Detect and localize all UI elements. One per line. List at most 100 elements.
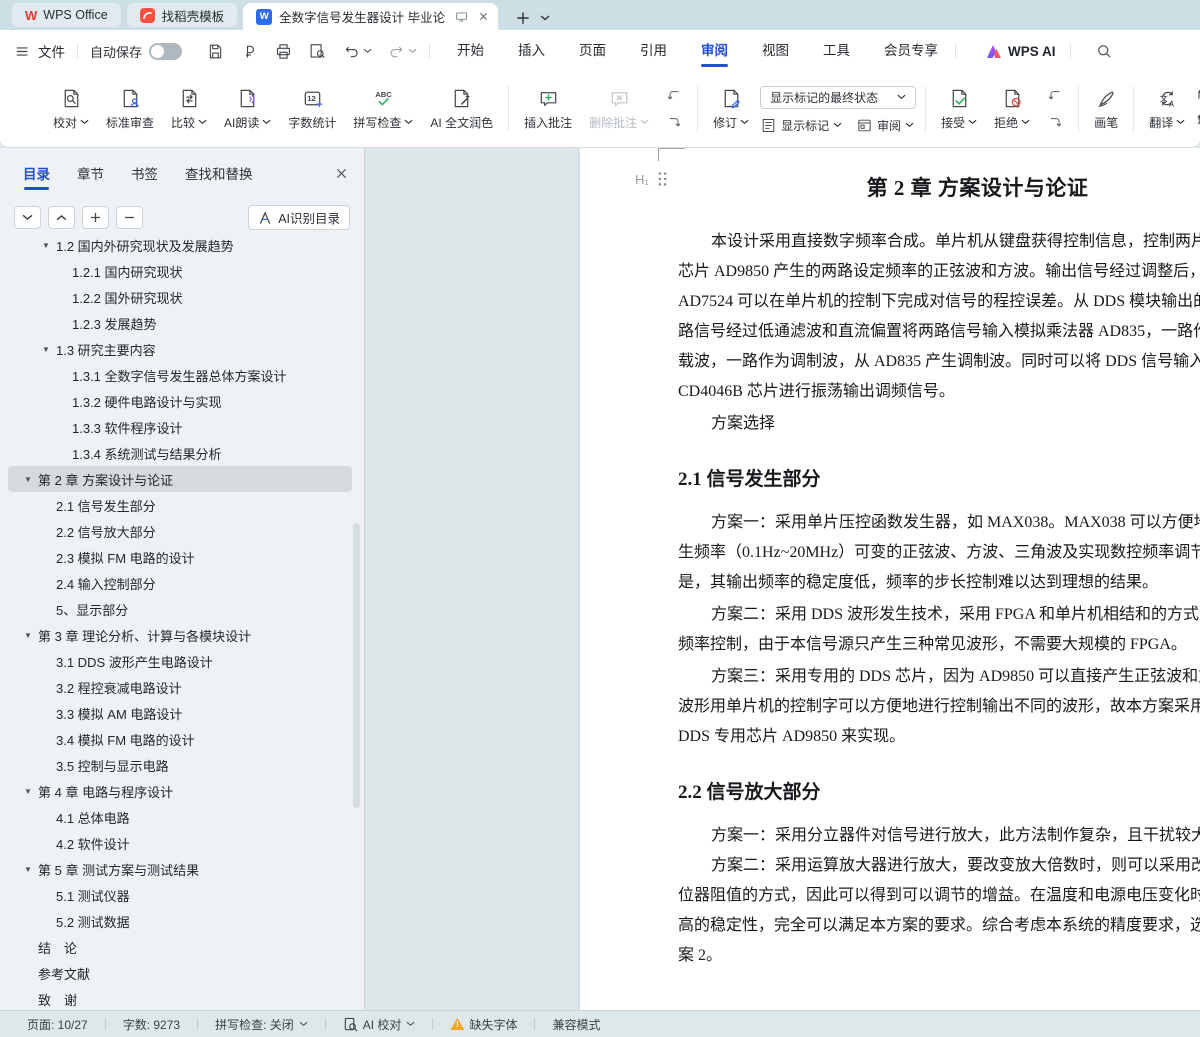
print-button[interactable]: [274, 42, 293, 61]
ribbon-button-comment-prev[interactable]: [665, 87, 683, 104]
ribbon-button-change-prev[interactable]: [1046, 87, 1064, 104]
toc-item[interactable]: 3.2 程控衰减电路设计: [8, 674, 352, 700]
drag-handle-icon[interactable]: [657, 171, 668, 187]
toc-item[interactable]: 1.2.2 国外研究现状: [8, 284, 352, 310]
ribbon-button-show-markup[interactable]: 显示标记: [760, 117, 842, 134]
document-page[interactable]: H₁ 第 2 章 方案设计与论证 本设计采用直接数字频率合成。单片机从键盘获得控…: [580, 148, 1200, 1010]
toc-item[interactable]: ▼第 5 章 测试方案与测试结果: [8, 856, 352, 882]
compatibility-mode-badge[interactable]: 兼容模式: [535, 1016, 617, 1033]
ribbon-button-ai-polish[interactable]: AI 全文润色: [424, 84, 499, 134]
toc-item[interactable]: 3.5 控制与显示电路: [8, 752, 352, 778]
search-icon[interactable]: [1085, 42, 1123, 60]
ribbon-button-reject[interactable]: 拒绝: [988, 84, 1036, 134]
close-tab-icon[interactable]: [478, 11, 489, 22]
sidebar-tab-chapters[interactable]: 章节: [77, 163, 104, 190]
ribbon-button-track-changes[interactable]: 修订: [707, 84, 755, 134]
enter-fullscreen-icon[interactable]: [454, 10, 469, 24]
sidebar-tab-find-replace[interactable]: 查找和替换: [185, 163, 253, 190]
new-tab-button[interactable]: [516, 11, 530, 25]
toc-item[interactable]: 5、显示部分: [8, 596, 352, 622]
toc-item[interactable]: 1.3.2 硬件电路设计与实现: [8, 388, 352, 414]
tab-document[interactable]: W 全数字信号发生器设计 毕业论: [243, 3, 498, 30]
ai-recognize-toc-button[interactable]: AI识别目录: [248, 205, 350, 230]
sidebar-tab-contents[interactable]: 目录: [23, 163, 50, 190]
wps-ai-button[interactable]: WPS AI: [972, 44, 1070, 59]
menu-insert[interactable]: 插入: [501, 30, 562, 72]
toc-item[interactable]: 2.1 信号发生部分: [8, 492, 352, 518]
export-pdf-button[interactable]: [240, 42, 259, 61]
ribbon-button-translate[interactable]: 文A翻译: [1143, 84, 1191, 134]
toc-item[interactable]: 结 论: [8, 934, 352, 960]
ribbon-button-compare[interactable]: 比较: [165, 84, 213, 134]
collapse-heading-button[interactable]: [48, 206, 75, 229]
print-preview-button[interactable]: [308, 42, 327, 61]
menu-member[interactable]: 会员专享: [867, 30, 955, 72]
ribbon-button-word-count[interactable]: 12字数统计: [282, 84, 342, 134]
toc-item[interactable]: 5.1 测试仪器: [8, 882, 352, 908]
menu-tools[interactable]: 工具: [806, 30, 867, 72]
ribbon-button-proofread[interactable]: 校对: [47, 84, 95, 134]
markup-state-dropdown[interactable]: 显示标记的最终状态: [760, 86, 916, 109]
toc-item[interactable]: 1.3.1 全数字信号发生器总体方案设计: [8, 362, 352, 388]
ribbon-button-pen[interactable]: 画笔: [1088, 84, 1124, 134]
missing-font-warning[interactable]: !缺失字体: [433, 1016, 534, 1033]
toc-item[interactable]: 5.2 测试数据: [8, 908, 352, 934]
page-indicator[interactable]: 页面: 10/27: [10, 1016, 105, 1033]
expand-heading-button[interactable]: [14, 206, 41, 229]
menu-reference[interactable]: 引用: [623, 30, 684, 72]
toc-item[interactable]: ▼第 3 章 理论分析、计算与各模块设计: [8, 622, 352, 648]
ribbon-button-change-next[interactable]: [1046, 114, 1064, 131]
ribbon-button-comment-next[interactable]: [665, 114, 683, 131]
toc-item[interactable]: 2.3 模拟 FM 电路的设计: [8, 544, 352, 570]
tab-docer-templates[interactable]: 找稻壳模板: [127, 3, 238, 27]
redo-button[interactable]: [387, 42, 417, 61]
toc-item[interactable]: 3.3 模拟 AM 电路设计: [8, 700, 352, 726]
collapse-arrow-icon[interactable]: ▼: [42, 345, 56, 354]
toc-item[interactable]: ▼第 4 章 电路与程序设计: [8, 778, 352, 804]
ribbon-button-insert-comment[interactable]: 插入批注: [518, 84, 578, 134]
menu-view[interactable]: 视图: [745, 30, 806, 72]
ribbon-button-ai-read[interactable]: AI朗读: [218, 84, 277, 134]
spellcheck-status[interactable]: 拼写检查: 关闭: [198, 1016, 325, 1033]
file-menu[interactable]: 文件: [14, 41, 77, 61]
toc-item[interactable]: 1.3.3 软件程序设计: [8, 414, 352, 440]
ribbon-button-spell-check[interactable]: ABC拼写检查: [347, 84, 419, 134]
toc-item[interactable]: 2.2 信号放大部分: [8, 518, 352, 544]
autosave-toggle[interactable]: [149, 43, 182, 60]
collapse-all-button[interactable]: [116, 206, 143, 229]
ribbon-button-accept[interactable]: 接受: [935, 84, 983, 134]
toc-item[interactable]: ▼1.3 研究主要内容: [8, 336, 352, 362]
ribbon-button-s2t[interactable]: 简转繁: [1196, 88, 1200, 105]
menu-home[interactable]: 开始: [440, 30, 501, 72]
toc-item[interactable]: 参考文献: [8, 960, 352, 986]
toc-item[interactable]: 1.2.3 发展趋势: [8, 310, 352, 336]
ribbon-button-std-review[interactable]: 标准审查: [100, 84, 160, 134]
sidebar-tab-bookmarks[interactable]: 书签: [131, 163, 158, 190]
close-sidebar-icon[interactable]: [335, 167, 348, 186]
collapse-arrow-icon[interactable]: ▼: [42, 241, 56, 250]
tab-wps-office[interactable]: W WPS Office: [12, 3, 121, 27]
toc-item[interactable]: 1.3.4 系统测试与结果分析: [8, 440, 352, 466]
toc-item[interactable]: ▼第 2 章 方案设计与论证: [8, 466, 352, 492]
undo-button[interactable]: [342, 42, 372, 61]
toc-item[interactable]: 4.2 软件设计: [8, 830, 352, 856]
ribbon-button-review-pane[interactable]: 审阅: [856, 117, 914, 134]
ribbon-button-t2s[interactable]: 繁转简: [1196, 113, 1200, 130]
collapse-arrow-icon[interactable]: ▼: [24, 631, 38, 640]
toc-item[interactable]: 2.4 输入控制部分: [8, 570, 352, 596]
word-count-indicator[interactable]: 字数: 9273: [106, 1016, 197, 1033]
tab-list-chevron-icon[interactable]: [540, 15, 550, 21]
toc-item[interactable]: 3.1 DDS 波形产生电路设计: [8, 648, 352, 674]
ribbon-button-delete-comment[interactable]: 删除批注: [583, 84, 655, 134]
collapse-arrow-icon[interactable]: ▼: [24, 865, 38, 874]
collapse-arrow-icon[interactable]: ▼: [24, 787, 38, 796]
toc-item[interactable]: 3.4 模拟 FM 电路的设计: [8, 726, 352, 752]
toc-item[interactable]: 致 谢: [8, 986, 352, 1010]
save-button[interactable]: [206, 42, 225, 61]
collapse-arrow-icon[interactable]: ▼: [24, 475, 38, 484]
menu-review[interactable]: 审阅: [684, 30, 745, 72]
expand-all-button[interactable]: [82, 206, 109, 229]
toc-item[interactable]: 1.2.1 国内研究现状: [8, 258, 352, 284]
toc-item[interactable]: 4.1 总体电路: [8, 804, 352, 830]
menu-page[interactable]: 页面: [562, 30, 623, 72]
